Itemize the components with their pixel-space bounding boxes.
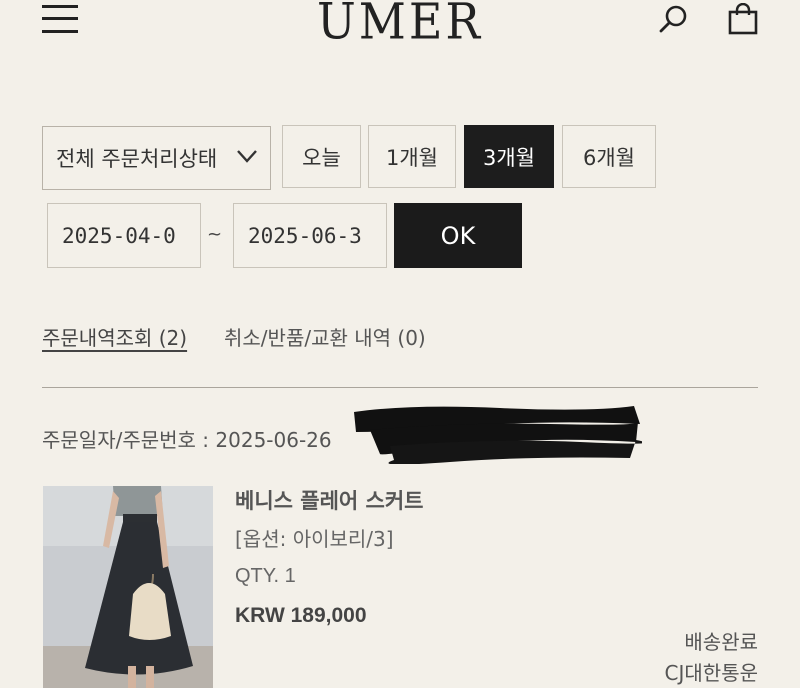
period-1month-button[interactable]: 1개월: [368, 125, 456, 188]
order-date-number: 주문일자/주문번호 : 2025-06-26: [42, 428, 332, 452]
redaction-mark: [354, 406, 642, 464]
period-6month-button[interactable]: 6개월: [562, 125, 656, 188]
product-image[interactable]: [43, 486, 213, 688]
order-status-select[interactable]: 전체 주문처리상태: [42, 126, 271, 190]
divider: [42, 387, 758, 388]
tab-order-history[interactable]: 주문내역조회 (2): [42, 322, 187, 351]
ok-button[interactable]: OK: [394, 203, 522, 268]
product-name[interactable]: 베니스 플레어 스커트: [235, 485, 424, 515]
product-quantity: QTY. 1: [235, 565, 296, 587]
period-today-button[interactable]: 오늘: [282, 125, 361, 188]
delivery-carrier[interactable]: CJ대한통운: [665, 657, 758, 686]
product-price: KRW 189,000: [235, 604, 367, 627]
period-3month-button[interactable]: 3개월: [464, 125, 554, 188]
date-range-separator: ~: [207, 224, 223, 245]
chevron-down-icon: [237, 150, 257, 163]
order-status-select-value: 전체 주문처리상태: [56, 147, 218, 171]
shopping-bag-icon[interactable]: [728, 3, 758, 35]
header: UMER: [0, 0, 800, 50]
start-date-input[interactable]: 2025-04-0: [47, 203, 201, 268]
delivery-status: 배송완료: [684, 630, 758, 654]
tab-cancel-return-exchange[interactable]: 취소/반품/교환 내역 (0): [224, 322, 426, 351]
end-date-input[interactable]: 2025-06-3: [233, 203, 387, 268]
product-option: [옵션: 아이보리/3]: [235, 527, 394, 551]
search-icon[interactable]: [658, 4, 690, 34]
